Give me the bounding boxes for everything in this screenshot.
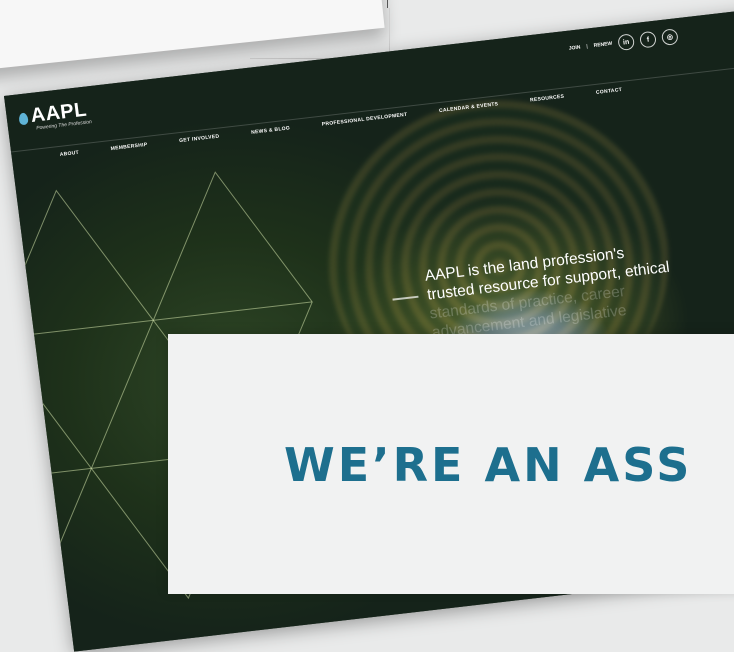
- linkedin-icon[interactable]: in: [617, 33, 636, 51]
- card-heading: WE’RE AN ASS: [284, 438, 693, 492]
- divider-line: [387, 0, 388, 8]
- water-drop-icon: [18, 112, 29, 126]
- nav-item-membership[interactable]: MEMBERSHIP: [110, 142, 147, 152]
- nav-item-resources[interactable]: RESOURCES: [530, 94, 565, 104]
- nav-item-get-involved[interactable]: GET INVOLVED: [179, 134, 220, 145]
- instagram-icon[interactable]: ◎: [660, 28, 679, 46]
- utility-bar: JOIN | RENEW in f ◎: [568, 28, 679, 56]
- separator: |: [586, 43, 589, 50]
- overlay-card: WE’RE AN ASS: [168, 334, 734, 594]
- nav-item-about[interactable]: ABOUT: [59, 150, 79, 158]
- nav-item-news-blog[interactable]: NEWS & BLOG: [251, 125, 291, 135]
- join-link[interactable]: JOIN: [568, 44, 580, 51]
- nav-item-contact[interactable]: CONTACT: [596, 87, 623, 96]
- renew-link[interactable]: RENEW: [593, 41, 612, 49]
- aapl-logo[interactable]: AAPL Powering The Profession: [17, 98, 92, 133]
- facebook-icon[interactable]: f: [639, 30, 657, 49]
- nav-divider: [11, 64, 734, 153]
